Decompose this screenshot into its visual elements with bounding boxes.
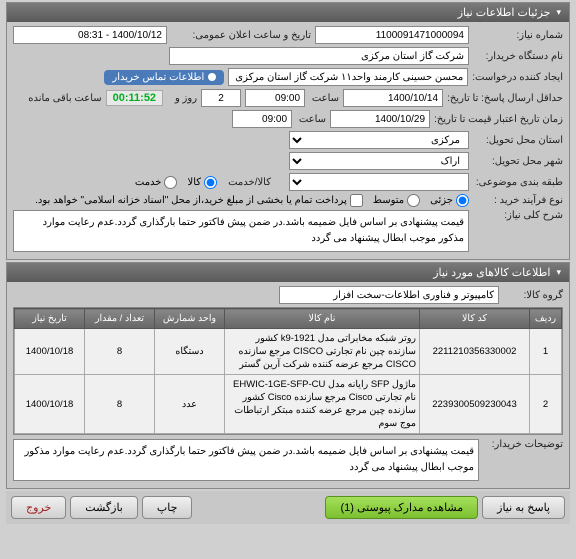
- field-buyer-desc: قیمت پیشنهادی بر اساس فایل ضمیمه باشد.در…: [13, 439, 479, 481]
- field-deadline-time: 09:00: [245, 89, 305, 107]
- label-overview: شرح کلی نیاز:: [473, 210, 563, 221]
- label-buyer-desc: توضیحات خریدار:: [483, 439, 563, 450]
- panel2-header[interactable]: ▾ اطلاعات کالاهای مورد نیاز: [7, 263, 569, 282]
- cell-date: 1400/10/18: [15, 375, 85, 434]
- cell-idx: 2: [530, 375, 562, 434]
- label-deadline: حداقل ارسال پاسخ: تا تاریخ:: [447, 93, 563, 104]
- cell-code: 2239300509230043: [420, 375, 530, 434]
- select-group[interactable]: [289, 173, 469, 191]
- panel2-body: گروه کالا: کامپیوتر و فناوری اطلاعات-سخت…: [7, 282, 569, 488]
- back-button[interactable]: بازگشت: [70, 496, 138, 519]
- radio-group-purchase: جزئی متوسط: [373, 194, 469, 207]
- label-purchase: نوع فرآیند خرید :: [473, 195, 563, 206]
- button-bar: پاسخ به نیاز مشاهده مدارک پیوستی (1) چاپ…: [6, 491, 570, 524]
- info-icon: [208, 73, 216, 81]
- label-announce: تاریخ و ساعت اعلان عمومی:: [171, 30, 311, 41]
- field-validity-date: 1400/10/29: [330, 110, 430, 128]
- field-overview: قیمت پیشنهادی بر اساس فایل ضمیمه باشد.در…: [13, 210, 469, 252]
- label-group: طبقه بندی موضوعی:: [473, 177, 563, 188]
- cell-qty: 8: [85, 329, 155, 375]
- th-qty: تعداد / مقدار: [85, 309, 155, 329]
- table-row[interactable]: 22239300509230043ماژول SFP رایانه مدل EH…: [15, 375, 562, 434]
- th-unit: واحد شمارش: [155, 309, 225, 329]
- table-row[interactable]: 12211210356330002روتر شبکه مخابراتی مدل …: [15, 329, 562, 375]
- th-name: نام کالا: [225, 309, 420, 329]
- radio-goods[interactable]: کالا: [187, 176, 217, 189]
- select-province[interactable]: مرکزی: [289, 131, 469, 149]
- purchase-note: پرداخت تمام یا بخشی از مبلغ خرید،از محل …: [35, 195, 347, 206]
- field-buyer: شرکت گاز استان مرکزی: [169, 47, 469, 65]
- checkbox-treasury[interactable]: پرداخت تمام یا بخشی از مبلغ خرید،از محل …: [35, 194, 363, 207]
- cell-unit: دستگاه: [155, 329, 225, 375]
- table-header-row: ردیف کد کالا نام کالا واحد شمارش تعداد /…: [15, 309, 562, 329]
- th-code: کد کالا: [420, 309, 530, 329]
- label-need-no: شماره نیاز:: [473, 30, 563, 41]
- label-province: استان محل تحویل:: [473, 135, 563, 146]
- panel-need-details: ▾ جزئیات اطلاعات نیاز شماره نیاز: 110009…: [6, 2, 570, 260]
- reply-button[interactable]: پاسخ به نیاز: [482, 496, 565, 519]
- field-validity-time: 09:00: [232, 110, 292, 128]
- radio-service[interactable]: خدمت: [135, 176, 178, 189]
- th-idx: ردیف: [530, 309, 562, 329]
- buyer-contact-link[interactable]: اطلاعات تماس خریدار: [104, 70, 224, 85]
- radio-mid[interactable]: متوسط: [373, 194, 420, 207]
- field-need-no: 1100091471000094: [315, 26, 469, 44]
- cell-unit: عدد: [155, 375, 225, 434]
- panel1-body: شماره نیاز: 1100091471000094 تاریخ و ساع…: [7, 22, 569, 259]
- panel-goods-info: ▾ اطلاعات کالاهای مورد نیاز گروه کالا: ک…: [6, 262, 570, 489]
- cell-qty: 8: [85, 375, 155, 434]
- cell-code: 2211210356330002: [420, 329, 530, 375]
- field-deadline-days: 2: [201, 89, 241, 107]
- label-hour1: ساعت: [309, 93, 339, 104]
- timer-remaining: 00:11:52: [106, 90, 163, 106]
- th-date: تاریخ نیاز: [15, 309, 85, 329]
- field-creator: محسن حسینی کارمند واحد۱۱ شرکت گاز استان …: [228, 68, 468, 86]
- view-docs-button[interactable]: مشاهده مدارک پیوستی (1): [325, 496, 478, 519]
- exit-button[interactable]: خروج: [11, 496, 66, 519]
- goods-table: ردیف کد کالا نام کالا واحد شمارش تعداد /…: [13, 307, 563, 435]
- label-creator: ایجاد کننده درخواست:: [472, 72, 563, 83]
- label-hour2: ساعت: [296, 114, 326, 125]
- radio-low[interactable]: جزئی: [430, 194, 469, 207]
- field-deadline-date: 1400/10/14: [343, 89, 443, 107]
- panel1-title: جزئیات اطلاعات نیاز: [458, 6, 551, 19]
- label-service: کالا/خدمت: [221, 177, 271, 188]
- cell-name: ماژول SFP رایانه مدل EHWIC-1GE-SFP-CU نا…: [225, 375, 420, 434]
- select-city[interactable]: اراک: [289, 152, 469, 170]
- contact-label: اطلاعات تماس خریدار: [112, 72, 204, 83]
- label-goods-group: گروه کالا:: [503, 290, 563, 301]
- cell-idx: 1: [530, 329, 562, 375]
- label-city: شهر محل تحویل:: [473, 156, 563, 167]
- print-button[interactable]: چاپ: [142, 496, 193, 519]
- field-goods-group: کامپیوتر و فناوری اطلاعات-سخت افزار: [279, 286, 499, 304]
- label-remain: ساعت باقی مانده: [28, 93, 101, 104]
- label-validity: زمان تاریخ اعتبار قیمت تا تاریخ:: [434, 114, 563, 125]
- chevron-down-icon: ▾: [556, 267, 561, 278]
- label-buyer: نام دستگاه خریدار:: [473, 51, 563, 62]
- cell-date: 1400/10/18: [15, 329, 85, 375]
- field-announce: 1400/10/12 - 08:31: [13, 26, 167, 44]
- cell-name: روتر شبکه مخابراتی مدل k9-1921 کشور سازن…: [225, 329, 420, 375]
- panel1-header[interactable]: ▾ جزئیات اطلاعات نیاز: [7, 3, 569, 22]
- label-day: روز و: [167, 93, 197, 104]
- panel2-title: اطلاعات کالاهای مورد نیاز: [433, 266, 550, 279]
- chevron-down-icon: ▾: [556, 7, 561, 18]
- radio-group-type: کالا خدمت: [135, 176, 217, 189]
